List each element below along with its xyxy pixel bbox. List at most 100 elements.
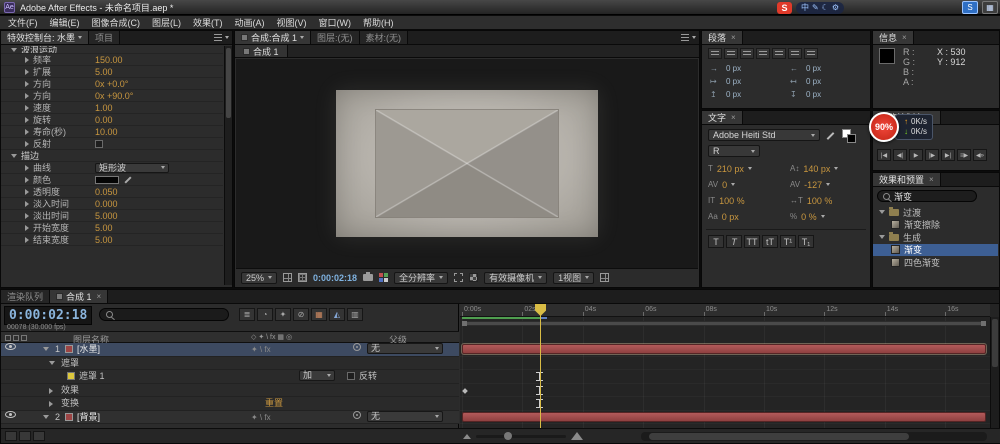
tab-layer[interactable]: 图层:(无) xyxy=(311,31,360,44)
dropdown[interactable]: 矩形波 xyxy=(95,163,169,173)
ime-tool-icon[interactable]: ⚙ xyxy=(832,3,839,13)
layer-color-swatch[interactable] xyxy=(65,413,73,421)
tab-composition[interactable]: 合成:合成 1 xyxy=(235,31,311,44)
property-value[interactable]: 0.00 xyxy=(95,115,113,125)
pane-toggle-button[interactable] xyxy=(33,431,45,441)
transport-button[interactable]: ≡▶ xyxy=(957,149,971,161)
twirl-icon[interactable] xyxy=(25,69,29,75)
preset-item[interactable]: 渐变 xyxy=(873,244,998,257)
twirl-icon[interactable] xyxy=(25,201,29,207)
keyframe-icon[interactable] xyxy=(462,388,468,394)
mask-invert-checkbox[interactable] xyxy=(347,372,355,380)
zoom-slider-handle[interactable] xyxy=(504,432,512,440)
paragraph-field[interactable]: ←0 px xyxy=(790,63,864,73)
scrollbar[interactable] xyxy=(224,46,232,285)
preset-category[interactable]: 过渡 xyxy=(873,206,998,219)
net-speed-overlay[interactable]: 90% ↑ 0K/s ↓ 0K/s xyxy=(869,112,933,142)
transparency-grid-icon[interactable] xyxy=(469,273,478,282)
twirl-icon[interactable] xyxy=(879,210,885,214)
viewer-timecode[interactable]: 0:00:02:18 xyxy=(313,273,357,283)
property-value[interactable]: 5.00 xyxy=(95,67,113,77)
ime-tool-icon[interactable]: ✎ xyxy=(812,3,819,13)
leading-value[interactable]: 140 px xyxy=(803,164,830,174)
timeline-row[interactable]: 遮罩 1加反转 xyxy=(1,370,459,384)
timeline-row[interactable]: 1[水墨]✦ \ fx无 xyxy=(1,343,459,357)
close-icon[interactable]: × xyxy=(902,33,907,42)
type-style-button[interactable]: T¹ xyxy=(780,235,796,248)
align-button[interactable] xyxy=(708,48,722,59)
leading-field[interactable]: A↕ 140 px xyxy=(790,163,838,174)
baseline-shift-value[interactable]: 0 px xyxy=(722,212,739,222)
menu-item[interactable]: 动画(A) xyxy=(229,16,271,29)
scrollbar-thumb[interactable] xyxy=(649,433,909,440)
twirl-icon[interactable] xyxy=(25,105,29,111)
layer-switches[interactable]: ✦ \ fx xyxy=(251,411,271,424)
align-button[interactable] xyxy=(804,48,818,59)
timeline-vertical-scrollbar[interactable] xyxy=(990,317,999,428)
align-button[interactable] xyxy=(788,48,802,59)
preset-item[interactable]: 四色渐变 xyxy=(873,256,998,269)
twirl-icon[interactable] xyxy=(11,48,17,52)
vertical-scale-value[interactable]: 100 % xyxy=(719,196,745,206)
current-timecode[interactable]: 0:00:02:18 xyxy=(4,306,92,325)
twirl-icon[interactable] xyxy=(25,93,29,99)
twirl-icon[interactable] xyxy=(25,129,29,135)
camera-dropdown[interactable]: 有效摄像机 xyxy=(484,272,547,284)
tab-paragraph[interactable]: 段落 × xyxy=(702,31,743,44)
tab-effects-presets[interactable]: 效果和预置 × xyxy=(873,173,941,186)
snapshot-icon[interactable] xyxy=(363,274,373,281)
vertical-scale-field[interactable]: IT 100 % xyxy=(708,195,745,206)
ime-tool-icon[interactable]: 中 xyxy=(801,3,809,13)
paragraph-field[interactable]: ↥0 px xyxy=(710,89,790,99)
close-icon[interactable]: × xyxy=(929,175,934,184)
twirl-icon[interactable] xyxy=(43,415,49,419)
font-size-field[interactable]: T 210 px xyxy=(708,163,752,174)
property-value[interactable]: 5.00 xyxy=(95,223,113,233)
transport-button[interactable]: ▶| xyxy=(941,149,955,161)
align-button[interactable] xyxy=(724,48,738,59)
twirl-icon[interactable] xyxy=(49,401,53,407)
parent-pickwhip-icon[interactable] xyxy=(353,411,361,419)
preset-category[interactable]: 生成 xyxy=(873,231,998,244)
parent-dropdown[interactable]: 无 xyxy=(367,343,443,354)
layer-name[interactable]: [背景] xyxy=(77,411,100,424)
horizontal-scale-field[interactable]: ↔T 100 % xyxy=(790,195,832,206)
close-icon[interactable]: × xyxy=(731,113,736,122)
tab-render-queue[interactable]: 渲染队列 xyxy=(1,290,50,303)
tab-effect-controls[interactable]: 特效控制台: 水墨 xyxy=(1,31,89,44)
checkbox[interactable] xyxy=(95,140,103,148)
comp-tab[interactable]: 合成 1 xyxy=(235,45,288,57)
timeline-horizontal-scrollbar[interactable] xyxy=(641,432,987,441)
type-style-button[interactable]: TT xyxy=(744,235,760,248)
menu-item[interactable]: 效果(T) xyxy=(187,16,229,29)
kerning-value[interactable]: 0 xyxy=(722,180,727,190)
menu-item[interactable]: 文件(F) xyxy=(2,16,44,29)
scrollbar-thumb[interactable] xyxy=(226,48,231,118)
pixel-aspect-icon[interactable] xyxy=(600,273,609,282)
pane-toggle-button[interactable] xyxy=(19,431,31,441)
property-value[interactable]: 0x +90.0° xyxy=(95,91,133,101)
kerning-field[interactable]: AV 0 xyxy=(708,179,735,190)
preset-item[interactable]: 渐变擦除 xyxy=(873,219,998,232)
baseline-shift-field[interactable]: Aa 0 px xyxy=(708,211,739,222)
font-style-dropdown[interactable]: R xyxy=(708,145,760,157)
mask-mode-dropdown[interactable]: 加 xyxy=(299,370,335,381)
layer-switches[interactable]: ✦ \ fx xyxy=(251,343,271,356)
ime-grid-icon[interactable]: ▦ xyxy=(982,1,998,14)
align-button[interactable] xyxy=(756,48,770,59)
timeline-tool-button[interactable]: ≣ xyxy=(239,308,255,321)
menu-item[interactable]: 视图(V) xyxy=(271,16,313,29)
menu-item[interactable]: 图像合成(C) xyxy=(86,16,147,29)
fill-color-swatch[interactable] xyxy=(847,134,856,143)
panel-menu-icon[interactable] xyxy=(214,34,229,41)
paragraph-field[interactable]: ↧0 px xyxy=(790,89,864,99)
menu-item[interactable]: 帮助(H) xyxy=(357,16,400,29)
transport-button[interactable]: |◀ xyxy=(877,149,891,161)
twirl-icon[interactable] xyxy=(25,165,29,171)
pane-toggle-button[interactable] xyxy=(5,431,17,441)
menu-item[interactable]: 窗口(W) xyxy=(313,16,358,29)
property-value[interactable]: 0.050 xyxy=(95,187,118,197)
timeline-tool-button[interactable]: ▥ xyxy=(347,308,363,321)
twirl-icon[interactable] xyxy=(25,177,29,183)
property-value[interactable]: 0.000 xyxy=(95,199,118,209)
